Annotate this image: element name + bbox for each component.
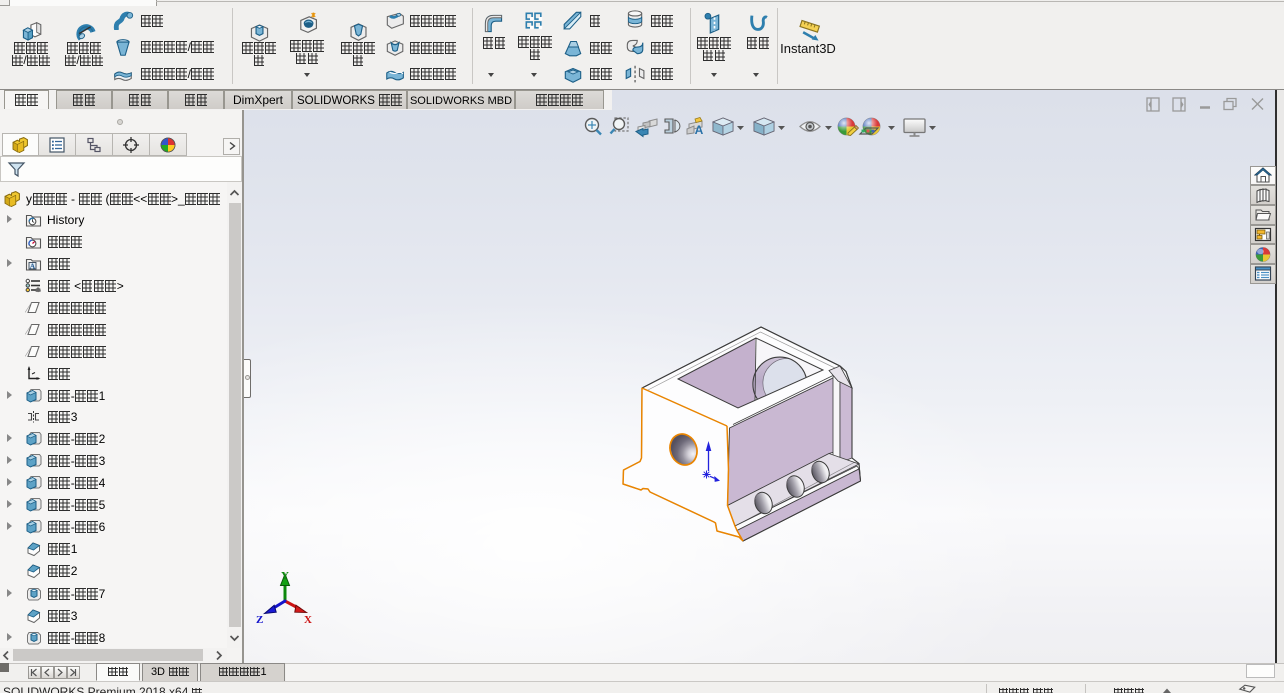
svg-text:A: A	[30, 261, 36, 270]
svg-text:X: X	[304, 614, 312, 626]
svg-text:Y: Y	[281, 570, 289, 582]
svg-text:Z: Z	[256, 614, 263, 626]
